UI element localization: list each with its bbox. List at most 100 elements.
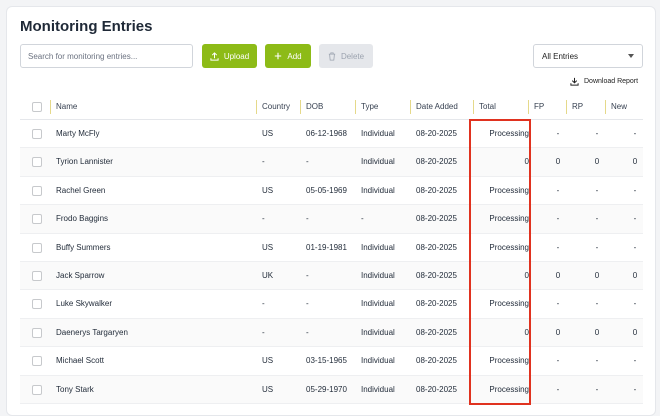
cell-type: Individual: [361, 129, 395, 138]
table-row[interactable]: Buffy Summers US 01-19-1981 Individual 0…: [20, 234, 643, 262]
cell-date-added: 08-20-2025: [416, 129, 457, 138]
header-country[interactable]: Country: [256, 94, 290, 120]
cell-new: 0: [632, 157, 638, 167]
table-row[interactable]: Rachel Green US 05-05-1969 Individual 08…: [20, 177, 643, 206]
cell-dob: -: [306, 299, 309, 309]
header-type[interactable]: Type: [355, 94, 378, 120]
row-checkbox[interactable]: [32, 185, 42, 196]
cell-rp: -: [595, 356, 599, 366]
cell-name: Jack Sparrow: [56, 270, 105, 280]
cell-dob: -: [306, 327, 309, 337]
table-row[interactable]: Tony Stark US 05-29-1970 Individual 08-2…: [20, 375, 643, 404]
cell-total: Processing: [489, 299, 529, 309]
cell-date-added: 08-20-2025: [416, 299, 457, 309]
cell-total: 0: [524, 157, 529, 167]
header-name[interactable]: Name: [50, 94, 77, 120]
header-rp[interactable]: RP: [566, 94, 583, 120]
row-checkbox[interactable]: [32, 242, 42, 253]
cell-total: Processing: [489, 185, 529, 195]
row-checkbox[interactable]: [32, 270, 42, 281]
download-report-button[interactable]: Download Report: [570, 77, 638, 86]
table-row[interactable]: Luke Skywalker - - Individual 08-20-2025…: [20, 290, 643, 319]
cell-fp: -: [556, 214, 560, 224]
cell-date-added: 08-20-2025: [416, 214, 457, 224]
header-date-added[interactable]: Date Added: [410, 94, 458, 120]
cell-total: 0: [524, 327, 529, 337]
cell-date-added: 08-20-2025: [416, 384, 457, 394]
entries-filter-select[interactable]: All Entries: [533, 44, 643, 68]
entries-filter-value: All Entries: [542, 51, 579, 61]
cell-country: US: [262, 384, 274, 394]
cell-rp: -: [595, 185, 599, 195]
header-new[interactable]: New: [605, 94, 627, 120]
cell-type: Individual: [361, 270, 395, 280]
cell-name: Rachel Green: [56, 185, 106, 195]
cell-country: UK: [262, 270, 274, 280]
upload-button-label: Upload: [223, 51, 250, 61]
search-input[interactable]: [20, 44, 193, 68]
cell-country: US: [262, 242, 274, 252]
trash-icon: [328, 52, 336, 60]
cell-country: US: [262, 356, 274, 366]
row-checkbox[interactable]: [32, 327, 42, 338]
monitoring-card: Monitoring Entries Upload Add Delete All…: [6, 6, 656, 416]
page-title: Monitoring Entries: [20, 18, 153, 35]
table-row[interactable]: Daenerys Targaryen - - Individual 08-20-…: [20, 318, 643, 348]
header-total[interactable]: Total: [473, 94, 496, 120]
table-row[interactable]: Tyrion Lannister - - Individual 08-20-20…: [20, 148, 643, 177]
cell-type: Individual: [361, 327, 395, 337]
row-checkbox[interactable]: [32, 129, 42, 139]
cell-fp: -: [556, 129, 560, 138]
cell-fp: -: [556, 384, 560, 394]
cell-country: -: [262, 157, 265, 167]
cell-name: Marty McFly: [56, 129, 100, 138]
cell-dob: -: [306, 157, 309, 167]
cell-fp: 0: [555, 157, 561, 167]
cell-rp: 0: [594, 270, 600, 280]
header-dob[interactable]: DOB: [300, 94, 323, 120]
cell-date-added: 08-20-2025: [416, 242, 457, 252]
table-body: Marty McFly US 06-12-1968 Individual 08-…: [20, 120, 643, 404]
chevron-down-icon: [628, 54, 634, 58]
cell-total: Processing: [489, 384, 529, 394]
plus-icon: [275, 52, 282, 60]
cell-country: US: [262, 185, 274, 195]
row-checkbox[interactable]: [32, 384, 42, 395]
cell-dob: 06-12-1968: [306, 129, 347, 138]
cell-name: Tony Stark: [56, 384, 94, 394]
cell-fp: -: [556, 356, 560, 366]
upload-icon: [210, 51, 219, 61]
cell-type: Individual: [361, 299, 395, 309]
cell-new: 0: [632, 327, 638, 337]
cell-dob: -: [306, 214, 309, 224]
cell-name: Michael Scott: [56, 356, 105, 366]
delete-button[interactable]: Delete: [319, 44, 373, 68]
add-button[interactable]: Add: [265, 44, 311, 68]
row-checkbox[interactable]: [32, 356, 42, 367]
select-all-checkbox[interactable]: [32, 102, 42, 112]
download-icon: [570, 77, 579, 86]
cell-new: -: [633, 242, 637, 252]
upload-button[interactable]: Upload: [202, 44, 257, 68]
row-checkbox[interactable]: [32, 299, 42, 310]
cell-name: Buffy Summers: [56, 242, 111, 252]
row-checkbox[interactable]: [32, 157, 42, 168]
table-row[interactable]: Frodo Baggins - - - 08-20-2025 Processin…: [20, 205, 643, 234]
cell-total: Processing: [489, 214, 529, 224]
header-fp[interactable]: FP: [528, 94, 544, 120]
cell-new: -: [633, 185, 637, 195]
cell-new: -: [633, 214, 637, 224]
cell-total: 0: [524, 270, 529, 280]
cell-new: -: [633, 299, 637, 309]
table-row[interactable]: Marty McFly US 06-12-1968 Individual 08-…: [20, 120, 643, 149]
cell-country: -: [262, 214, 265, 224]
cell-total: Processing: [489, 242, 529, 252]
row-checkbox[interactable]: [32, 214, 42, 225]
cell-new: -: [633, 356, 637, 366]
cell-fp: 0: [555, 270, 561, 280]
cell-date-added: 08-20-2025: [416, 270, 457, 280]
cell-country: US: [262, 129, 274, 138]
table-row[interactable]: Michael Scott US 03-15-1965 Individual 0…: [20, 347, 643, 376]
table-row[interactable]: Jack Sparrow UK - Individual 08-20-2025 …: [20, 261, 643, 291]
cell-date-added: 08-20-2025: [416, 157, 457, 167]
